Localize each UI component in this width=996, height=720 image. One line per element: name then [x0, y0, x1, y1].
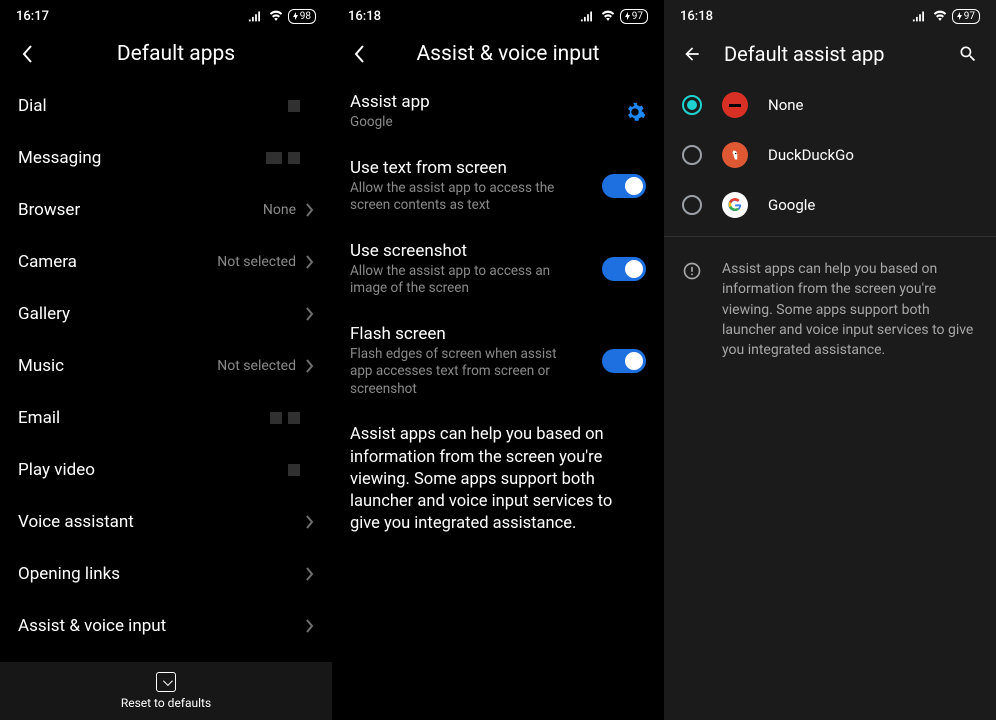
gear-icon[interactable]	[624, 101, 646, 123]
toggle-flash-screen[interactable]	[602, 349, 646, 373]
item-camera[interactable]: Camera Not selected	[0, 236, 332, 288]
radio-button[interactable]	[682, 195, 702, 215]
app-indicator-icon	[288, 100, 300, 112]
screen-assist-voice-input: 16:18 97 Assist & voice input Assist app…	[332, 0, 664, 720]
chevron-right-icon	[306, 203, 314, 217]
screen-default-apps: 16:17 98 Default apps Dial Messaging Bro…	[0, 0, 332, 720]
info-row: Assist apps can help you based on inform…	[664, 243, 996, 376]
radio-duckduckgo[interactable]: DuckDuckGo	[664, 130, 996, 180]
chevron-left-icon	[354, 44, 366, 64]
status-indicators: 97	[912, 9, 980, 24]
toggle-use-screenshot[interactable]	[602, 257, 646, 281]
status-time: 16:17	[16, 9, 49, 24]
none-icon	[722, 92, 748, 118]
app-indicator-icon	[270, 412, 300, 424]
toggle-use-text[interactable]	[602, 174, 646, 198]
setting-use-screenshot[interactable]: Use screenshot Allow the assist app to a…	[332, 229, 664, 312]
item-voice-assistant[interactable]: Voice assistant	[0, 496, 332, 548]
item-dial[interactable]: Dial	[0, 80, 332, 132]
chevron-right-icon	[306, 359, 314, 373]
info-icon	[682, 261, 702, 281]
header: Assist & voice input	[332, 32, 664, 80]
item-gallery[interactable]: Gallery	[0, 288, 332, 340]
status-bar: 16:18 97	[664, 0, 996, 32]
chevron-right-icon	[306, 619, 314, 633]
item-play-video[interactable]: Play video	[0, 444, 332, 496]
app-indicator-icon	[288, 464, 300, 476]
status-indicators: 98	[248, 9, 316, 24]
item-messaging[interactable]: Messaging	[0, 132, 332, 184]
page-title: Default apps	[36, 42, 316, 66]
divider	[664, 236, 996, 237]
chevron-right-icon	[306, 255, 314, 269]
battery-icon: 97	[620, 9, 648, 24]
wifi-icon	[600, 9, 616, 23]
setting-flash-screen[interactable]: Flash screen Flash edges of screen when …	[332, 312, 664, 413]
signal-icon	[580, 9, 596, 23]
signal-icon	[912, 9, 928, 23]
setting-assist-app[interactable]: Assist app Google	[332, 80, 664, 146]
chevron-right-icon	[306, 567, 314, 581]
radio-button[interactable]	[682, 145, 702, 165]
item-opening-links[interactable]: Opening links	[0, 548, 332, 600]
radio-google[interactable]: Google	[664, 180, 996, 230]
arrow-left-icon	[682, 44, 702, 64]
chevron-left-icon	[22, 44, 34, 64]
screen-default-assist-app: 16:18 97 Default assist app None DuckDuc…	[664, 0, 996, 720]
app-indicator-icon	[266, 152, 300, 164]
reset-icon	[156, 672, 176, 692]
radio-none[interactable]: None	[664, 80, 996, 130]
item-browser[interactable]: Browser None	[0, 184, 332, 236]
header: Default assist app	[664, 32, 996, 80]
page-title: Default assist app	[724, 42, 936, 66]
search-button[interactable]	[956, 42, 980, 66]
setting-use-text[interactable]: Use text from screen Allow the assist ap…	[332, 146, 664, 229]
item-email[interactable]: Email	[0, 392, 332, 444]
item-music[interactable]: Music Not selected	[0, 340, 332, 392]
chevron-right-icon	[306, 307, 314, 321]
battery-icon: 98	[288, 9, 316, 24]
item-assist-voice-input[interactable]: Assist & voice input	[0, 600, 332, 652]
status-indicators: 97	[580, 9, 648, 24]
reset-defaults-button[interactable]: Reset to defaults	[0, 662, 332, 720]
duckduckgo-icon	[722, 142, 748, 168]
status-bar: 16:18 97	[332, 0, 664, 32]
google-icon	[722, 192, 748, 218]
status-time: 16:18	[348, 9, 381, 24]
chevron-right-icon	[306, 515, 314, 529]
signal-icon	[248, 9, 264, 23]
wifi-icon	[268, 9, 284, 23]
info-text: Assist apps can help you based on inform…	[332, 412, 664, 547]
page-title: Assist & voice input	[368, 42, 648, 66]
back-button[interactable]	[680, 42, 704, 66]
battery-icon: 97	[952, 9, 980, 24]
radio-button[interactable]	[682, 95, 702, 115]
status-bar: 16:17 98	[0, 0, 332, 32]
status-time: 16:18	[680, 9, 713, 24]
wifi-icon	[932, 9, 948, 23]
search-icon	[958, 44, 978, 64]
header: Default apps	[0, 32, 332, 80]
